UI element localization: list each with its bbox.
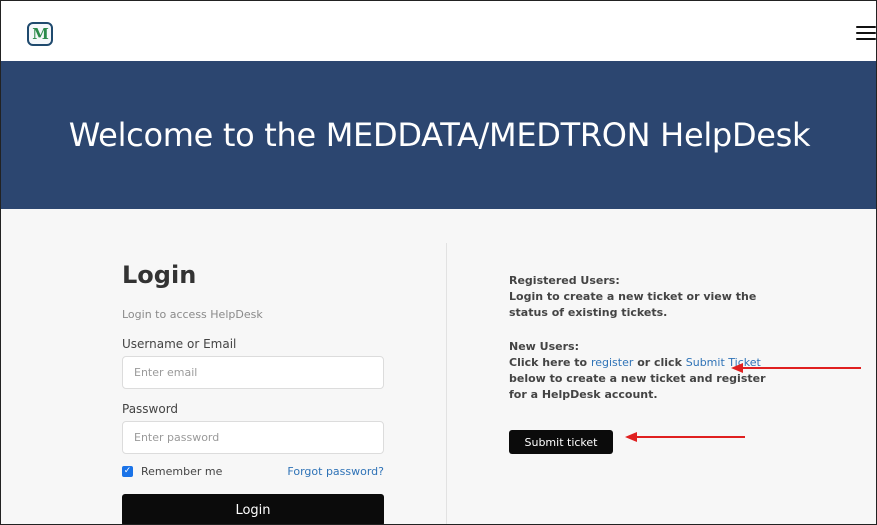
hero-title: Welcome to the MEDDATA/MEDTRON HelpDesk: [68, 116, 811, 154]
submit-ticket-button[interactable]: Submit ticket: [509, 430, 613, 454]
registered-users-text: Login to create a new ticket or view the…: [509, 290, 757, 319]
check-icon: ✓: [123, 466, 132, 476]
new-users-block: New Users: Click here to register or cli…: [509, 339, 769, 403]
forgot-password-link[interactable]: Forgot password?: [287, 465, 384, 478]
annotation-arrow-icon: [625, 432, 745, 442]
login-title: Login: [122, 261, 197, 289]
remember-me[interactable]: ✓ Remember me: [122, 465, 222, 478]
username-input[interactable]: [122, 356, 384, 389]
register-link[interactable]: register: [591, 356, 633, 369]
remember-label: Remember me: [141, 465, 223, 478]
annotation-arrow-icon: [731, 363, 861, 373]
new-users-text-3: below to create a new ticket and registe…: [509, 372, 766, 401]
new-users-text-1: Click here to: [509, 356, 591, 369]
menu-line: [856, 32, 876, 34]
password-label: Password: [122, 402, 179, 416]
login-button[interactable]: Login: [122, 494, 384, 524]
top-bar: M: [1, 1, 876, 61]
logo[interactable]: M: [27, 22, 53, 46]
new-users-heading: New Users:: [509, 340, 579, 353]
column-divider: [446, 243, 447, 524]
registered-users-block: Registered Users: Login to create a new …: [509, 273, 769, 321]
main-content: Login Login to access HelpDesk Username …: [1, 209, 876, 524]
menu-line: [856, 38, 876, 40]
password-input[interactable]: [122, 421, 384, 454]
menu-line: [856, 26, 876, 28]
page-frame: M Welcome to the MEDDATA/MEDTRON HelpDes…: [0, 0, 877, 525]
username-label: Username or Email: [122, 337, 237, 351]
remember-checkbox[interactable]: ✓: [122, 466, 133, 477]
hero-banner: Welcome to the MEDDATA/MEDTRON HelpDesk: [1, 61, 876, 209]
new-users-text-2: or click: [633, 356, 686, 369]
login-subtitle: Login to access HelpDesk: [122, 308, 263, 321]
registered-users-heading: Registered Users:: [509, 274, 620, 287]
logo-glyph: M: [32, 24, 49, 43]
hamburger-menu-icon[interactable]: [856, 26, 876, 42]
info-panel: Registered Users: Login to create a new …: [509, 273, 769, 421]
